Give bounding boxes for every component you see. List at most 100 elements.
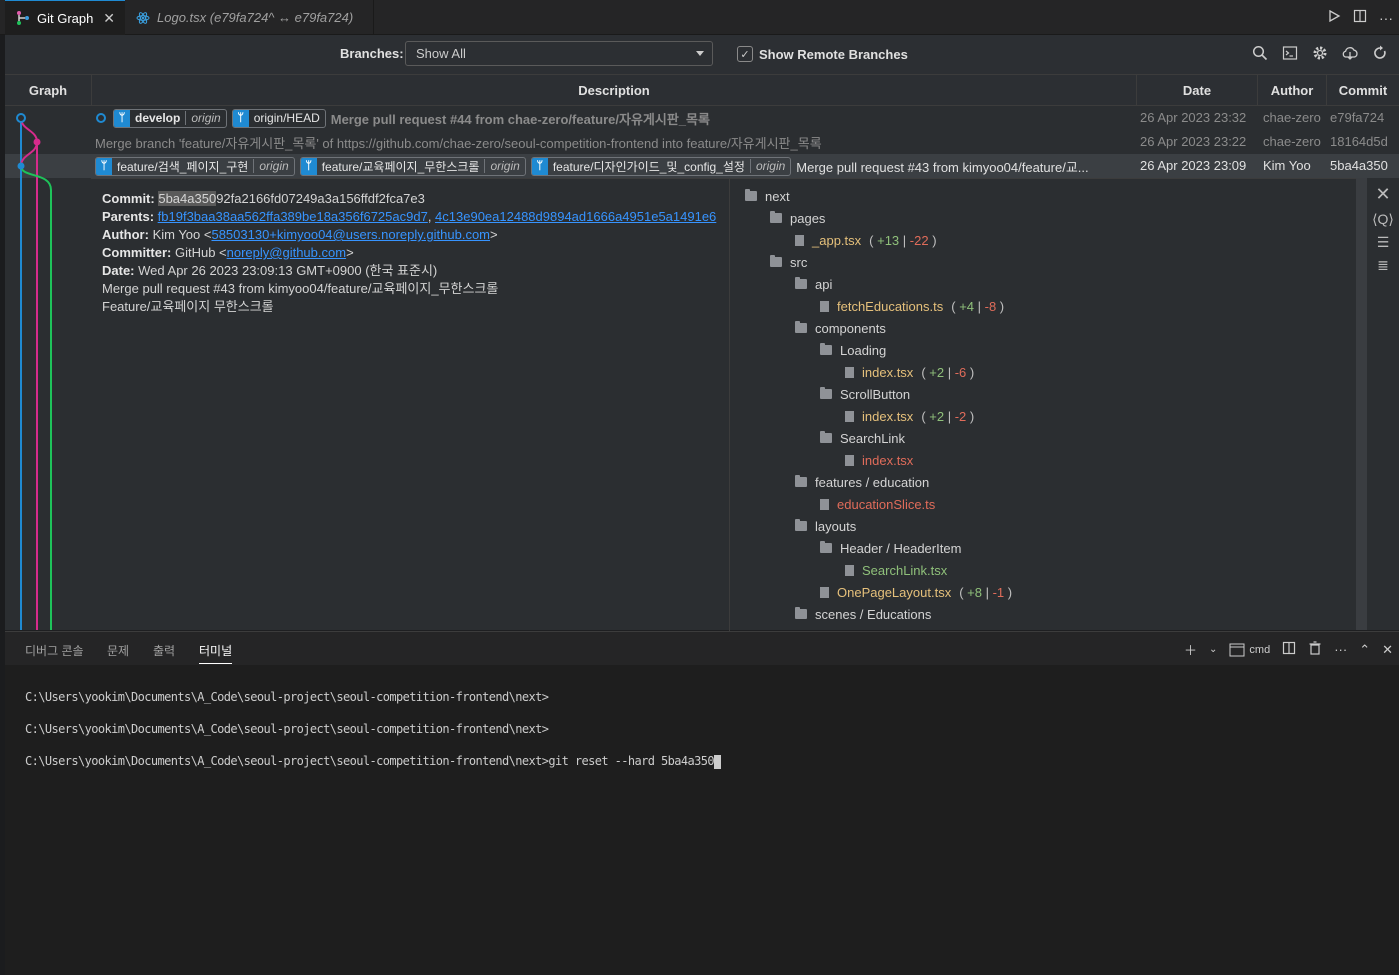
- chevron-down-icon[interactable]: ⌄: [1209, 644, 1217, 655]
- column-description[interactable]: Description: [92, 75, 1137, 106]
- fetch-cloud-icon[interactable]: [1341, 44, 1359, 62]
- table-row-selected[interactable]: ᛘ feature/검색_페이지_구현 origin ᛘ feature/교육페이지_…: [5, 154, 1399, 178]
- checkbox-checked-icon[interactable]: ✓: [737, 46, 753, 62]
- commit-details-panel: Commit: 5ba4a35092fa2166fd07249a3a156ffd…: [91, 178, 1357, 631]
- additions-count: +13: [877, 232, 900, 248]
- tree-file[interactable]: index.tsx: [739, 449, 1349, 471]
- cmd-icon: [1229, 643, 1245, 656]
- split-editor-icon[interactable]: [1353, 9, 1367, 26]
- panel-divider[interactable]: [729, 179, 730, 631]
- tree-item-label: index.tsx: [862, 408, 914, 424]
- terminal-icon[interactable]: [1281, 44, 1299, 62]
- tree-file[interactable]: SearchLink.tsx: [739, 559, 1349, 581]
- tree-file[interactable]: index.tsx ( +2 | -6 ): [739, 361, 1349, 383]
- commit-node[interactable]: [33, 138, 41, 146]
- commit-node[interactable]: [17, 162, 25, 170]
- branch-ref[interactable]: ᛘ feature/교육페이지_무한스크롤 origin: [299, 156, 526, 176]
- file-icon: [845, 564, 854, 576]
- tab-output[interactable]: 출력: [153, 642, 175, 659]
- tree-file[interactable]: educationSlice.ts: [739, 493, 1349, 515]
- tree-item-label: _app.tsx: [812, 232, 862, 248]
- list-view-icon[interactable]: ≣: [1367, 257, 1399, 274]
- tree-file[interactable]: OnePageLayout.tsx ( +8 | -1 ): [739, 581, 1349, 603]
- column-commit[interactable]: Commit: [1327, 75, 1399, 106]
- tab-git-graph[interactable]: Git Graph ✕: [5, 0, 125, 35]
- parent-link[interactable]: fb19f3baa38aa562ffa389be18a356f6725ac9d7: [158, 209, 428, 224]
- tab-terminal[interactable]: 터미널: [199, 642, 233, 664]
- close-icon[interactable]: ✕: [1367, 184, 1399, 205]
- tree-folder[interactable]: SearchLink: [739, 427, 1349, 449]
- commit-description: Merge branch 'feature/자유게시판_목록' of https…: [95, 130, 822, 154]
- tree-view-icon[interactable]: ☰: [1367, 234, 1399, 251]
- code-review-icon[interactable]: ⟨Q⟩: [1367, 211, 1399, 228]
- branch-icon: ᛘ: [232, 109, 249, 127]
- react-icon: [135, 10, 151, 26]
- tab-problems[interactable]: 문제: [107, 642, 129, 659]
- additions-count: +2: [929, 364, 945, 380]
- chevron-down-icon: [696, 51, 704, 56]
- folder-icon: [820, 387, 832, 399]
- tree-folder[interactable]: src: [739, 251, 1349, 273]
- tab-debug-console[interactable]: 디버그 콘솔: [25, 642, 84, 659]
- terminal-command: C:\Users\yookim\Documents\A_Code\seoul-p…: [25, 754, 715, 768]
- maximize-panel-icon[interactable]: ⌃: [1359, 642, 1370, 658]
- tab-label: Logo.tsx (e79fa724^ ↔ e79fa724): [157, 10, 354, 25]
- more-actions-icon[interactable]: ···: [1334, 642, 1347, 657]
- gear-icon[interactable]: [1311, 44, 1329, 62]
- author-email-link[interactable]: 58503130+kimyoo04@users.noreply.github.c…: [211, 227, 490, 242]
- tree-file[interactable]: index.tsx ( +2 | -2 ): [739, 405, 1349, 427]
- branches-dropdown-value: Show All: [416, 46, 466, 61]
- show-remote-branches-toggle[interactable]: ✓ Show Remote Branches: [737, 46, 908, 62]
- tree-item-label: src: [790, 254, 808, 270]
- search-icon[interactable]: [1251, 44, 1269, 62]
- terminal-line: C:\Users\yookim\Documents\A_Code\seoul-p…: [25, 754, 721, 769]
- branch-ref[interactable]: ᛘ feature/검색_페이지_구현 origin: [95, 156, 295, 176]
- tab-logo-diff[interactable]: Logo.tsx (e79fa724^ ↔ e79fa724): [125, 0, 374, 35]
- run-icon[interactable]: [1327, 9, 1341, 26]
- trash-icon[interactable]: [1308, 641, 1322, 658]
- table-row[interactable]: ᛘ develop origin ᛘ origin/HEAD Merge pull r…: [5, 106, 1399, 130]
- change-count: ( +4 | -8 ): [951, 298, 1005, 314]
- details-scrollbar[interactable]: [1356, 178, 1367, 630]
- close-panel-icon[interactable]: ✕: [1382, 642, 1393, 658]
- parent-link[interactable]: 4c13e90ea12488d9894ad1666a4951e5a1491e6: [435, 209, 716, 224]
- file-icon: [845, 366, 854, 378]
- tree-folder[interactable]: components: [739, 317, 1349, 339]
- tree-folder[interactable]: Header / HeaderItem: [739, 537, 1349, 559]
- branch-ref[interactable]: ᛘ develop origin: [113, 108, 227, 128]
- commit-node[interactable]: [16, 113, 26, 123]
- tree-folder[interactable]: pages: [739, 207, 1349, 229]
- tree-folder[interactable]: ScrollButton: [739, 383, 1349, 405]
- terminal-line: C:\Users\yookim\Documents\A_Code\seoul-p…: [25, 722, 549, 736]
- branch-ref[interactable]: ᛘ origin/HEAD: [231, 108, 326, 128]
- tree-file[interactable]: _app.tsx ( +13 | -22 ): [739, 229, 1349, 251]
- tree-file[interactable]: fetchEducations.ts ( +4 | -8 ): [739, 295, 1349, 317]
- branch-name: feature/교육페이지_무한스크롤: [321, 159, 480, 174]
- details-side-tools: ✕ ⟨Q⟩ ☰ ≣: [1367, 178, 1399, 630]
- show-remote-branches-label: Show Remote Branches: [759, 46, 908, 62]
- git-graph-icon: [15, 10, 31, 26]
- terminal[interactable]: C:\Users\yookim\Documents\A_Code\seoul-p…: [5, 665, 1399, 975]
- tree-folder[interactable]: api: [739, 273, 1349, 295]
- split-terminal-icon[interactable]: [1282, 641, 1296, 658]
- new-terminal-icon[interactable]: ＋: [1184, 640, 1197, 659]
- tree-folder[interactable]: features / education: [739, 471, 1349, 493]
- more-actions-icon[interactable]: ···: [1379, 10, 1393, 26]
- tree-folder[interactable]: Loading: [739, 339, 1349, 361]
- tree-folder[interactable]: next: [739, 185, 1349, 207]
- refresh-icon[interactable]: [1371, 44, 1389, 62]
- column-graph[interactable]: Graph: [5, 75, 92, 106]
- change-count: ( +2 | -6 ): [921, 364, 975, 380]
- column-author[interactable]: Author: [1258, 75, 1327, 106]
- table-row[interactable]: Merge branch 'feature/자유게시판_목록' of https…: [5, 130, 1399, 154]
- committer-email-link[interactable]: noreply@github.com: [227, 245, 346, 260]
- branches-dropdown[interactable]: Show All: [405, 41, 713, 66]
- column-date[interactable]: Date: [1137, 75, 1258, 106]
- folder-icon: [770, 255, 782, 267]
- terminal-profile[interactable]: cmd: [1229, 643, 1270, 657]
- tree-folder[interactable]: scenes / Educations: [739, 603, 1349, 625]
- tree-item-label: next: [765, 188, 790, 204]
- branch-ref[interactable]: ᛘ feature/디자인가이드_및_config_설정 origin: [530, 156, 792, 176]
- tree-folder[interactable]: layouts: [739, 515, 1349, 537]
- close-icon[interactable]: ✕: [103, 10, 115, 27]
